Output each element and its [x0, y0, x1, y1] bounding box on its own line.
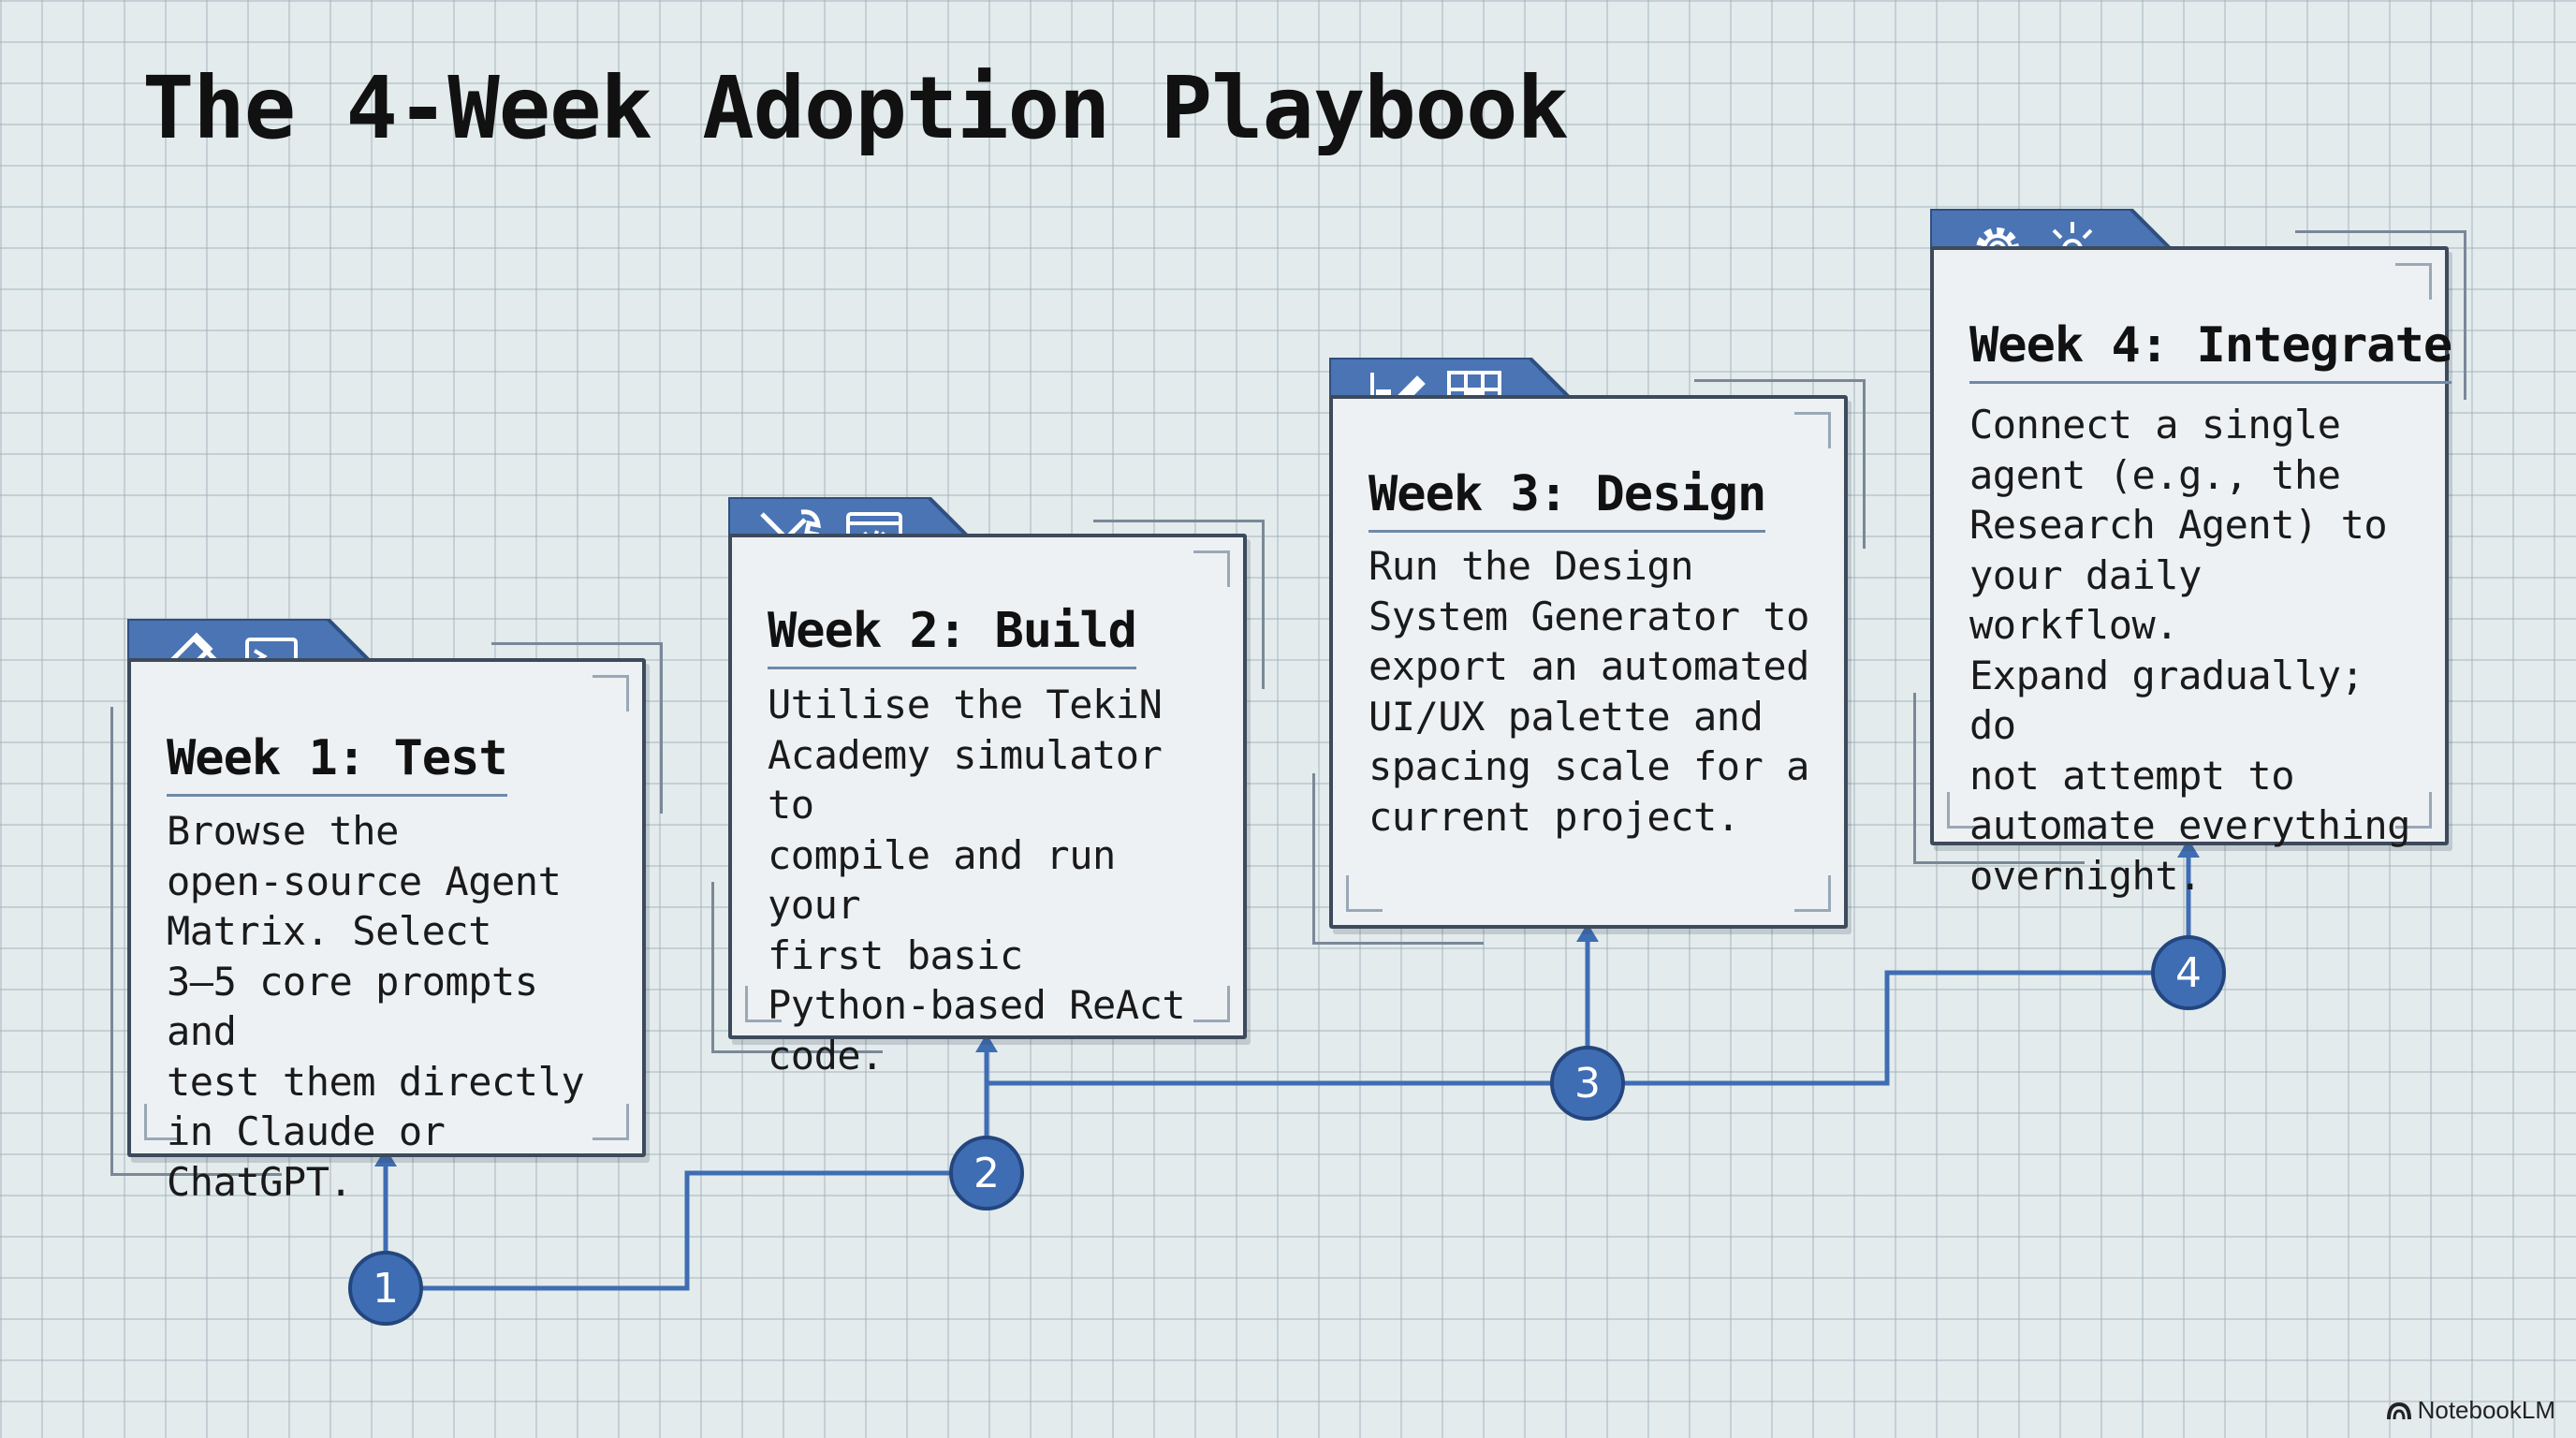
corner-mark	[593, 675, 629, 712]
card-title: Week 4: Integrate	[1969, 317, 2452, 384]
card-panel: Week 3: Design Run the Design System Gen…	[1329, 395, 1848, 929]
card-body: Utilise the TekiN Academy simulator to c…	[768, 682, 1186, 1078]
corner-mark	[1794, 875, 1831, 912]
corner-mark	[1794, 412, 1831, 448]
corner-mark	[1346, 875, 1383, 912]
brand-watermark: NotebookLM	[2386, 1396, 2555, 1425]
card-title: Week 1: Test	[167, 730, 508, 797]
card-title: Week 3: Design	[1368, 466, 1766, 533]
card-panel: Week 2: Build Utilise the TekiN Academy …	[728, 534, 1247, 1078]
card-title: Week 2: Build	[768, 603, 1137, 669]
card-body: Run the Design System Generator to expor…	[1368, 543, 1809, 840]
step-number-badge: 4	[2151, 935, 2226, 1010]
step-number-badge: 1	[348, 1251, 423, 1326]
card-panel: Week 1: Test Browse the open-source Agen…	[127, 658, 646, 1205]
brand-label: NotebookLM	[2417, 1396, 2555, 1424]
card-body: Browse the open-source Agent Matrix. Sel…	[167, 808, 585, 1205]
card-panel: Week 4: Integrate Connect a single agent…	[1930, 246, 2452, 899]
step-number-badge: 3	[1550, 1046, 1625, 1121]
corner-mark	[2395, 263, 2432, 300]
notebooklm-logo-icon	[2386, 1401, 2411, 1419]
step-number-badge: 2	[949, 1136, 1024, 1211]
corner-mark	[1193, 550, 1230, 587]
card-body: Connect a single agent (e.g., the Resear…	[1969, 402, 2410, 899]
